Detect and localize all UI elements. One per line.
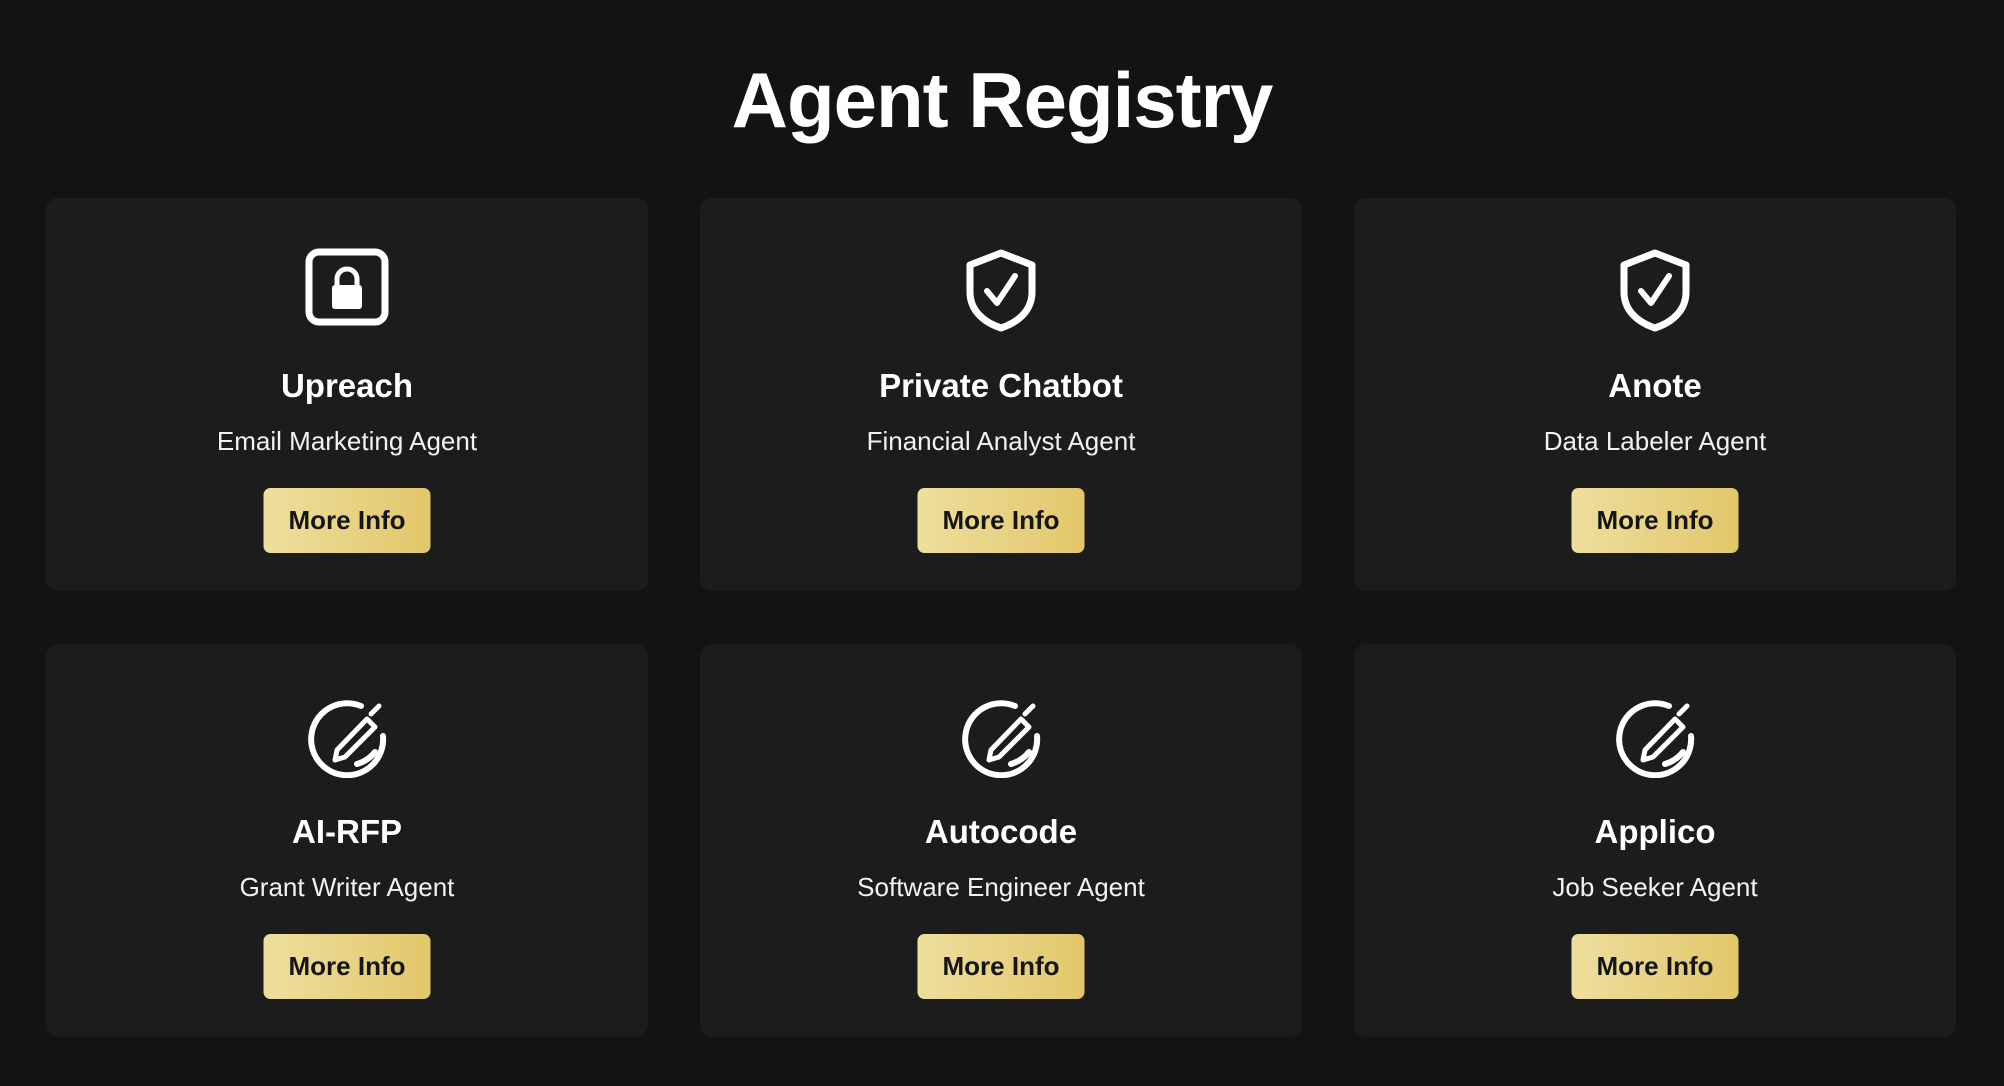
agent-card-autocode: Autocode Software Engineer Agent More In… <box>700 644 1302 1037</box>
agent-card-applico: Applico Job Seeker Agent More Info <box>1354 644 1956 1037</box>
agent-card-private-chatbot: Private Chatbot Financial Analyst Agent … <box>700 198 1302 591</box>
agent-role: Software Engineer Agent <box>857 872 1145 902</box>
agent-name: Autocode <box>924 813 1078 850</box>
lock-icon <box>305 248 389 332</box>
agent-card-anote: Anote Data Labeler Agent More Info <box>1354 198 1956 591</box>
edit-circle-icon <box>959 694 1043 778</box>
more-info-button[interactable]: More Info <box>263 488 431 553</box>
more-info-button[interactable]: More Info <box>917 934 1085 999</box>
agent-card-upreach: Upreach Email Marketing Agent More Info <box>46 198 648 591</box>
more-info-button[interactable]: More Info <box>1571 488 1739 553</box>
agent-role: Data Labeler Agent <box>1543 426 1767 456</box>
more-info-button[interactable]: More Info <box>917 488 1085 553</box>
agent-role: Grant Writer Agent <box>239 872 455 902</box>
edit-circle-icon <box>1613 694 1697 778</box>
agent-role: Job Seeker Agent <box>1552 872 1758 902</box>
edit-circle-icon <box>305 694 389 778</box>
agent-card-ai-rfp: AI-RFP Grant Writer Agent More Info <box>46 644 648 1037</box>
agent-registry-page: Agent Registry Upreach Email Marketing A… <box>0 0 2004 1086</box>
shield-check-icon <box>959 248 1043 332</box>
more-info-button[interactable]: More Info <box>1571 934 1739 999</box>
agent-role: Financial Analyst Agent <box>866 426 1136 456</box>
more-info-button[interactable]: More Info <box>263 934 431 999</box>
agent-name: Upreach <box>280 367 414 404</box>
page-title: Agent Registry <box>731 56 1274 144</box>
agent-role: Email Marketing Agent <box>216 426 478 456</box>
agent-name: Applico <box>1594 813 1716 850</box>
agent-name: Private Chatbot <box>879 367 1123 404</box>
agent-name: AI-RFP <box>292 813 402 850</box>
agent-name: Anote <box>1608 367 1702 404</box>
shield-check-icon <box>1613 248 1697 332</box>
agent-grid: Upreach Email Marketing Agent More Info … <box>46 198 1956 1037</box>
